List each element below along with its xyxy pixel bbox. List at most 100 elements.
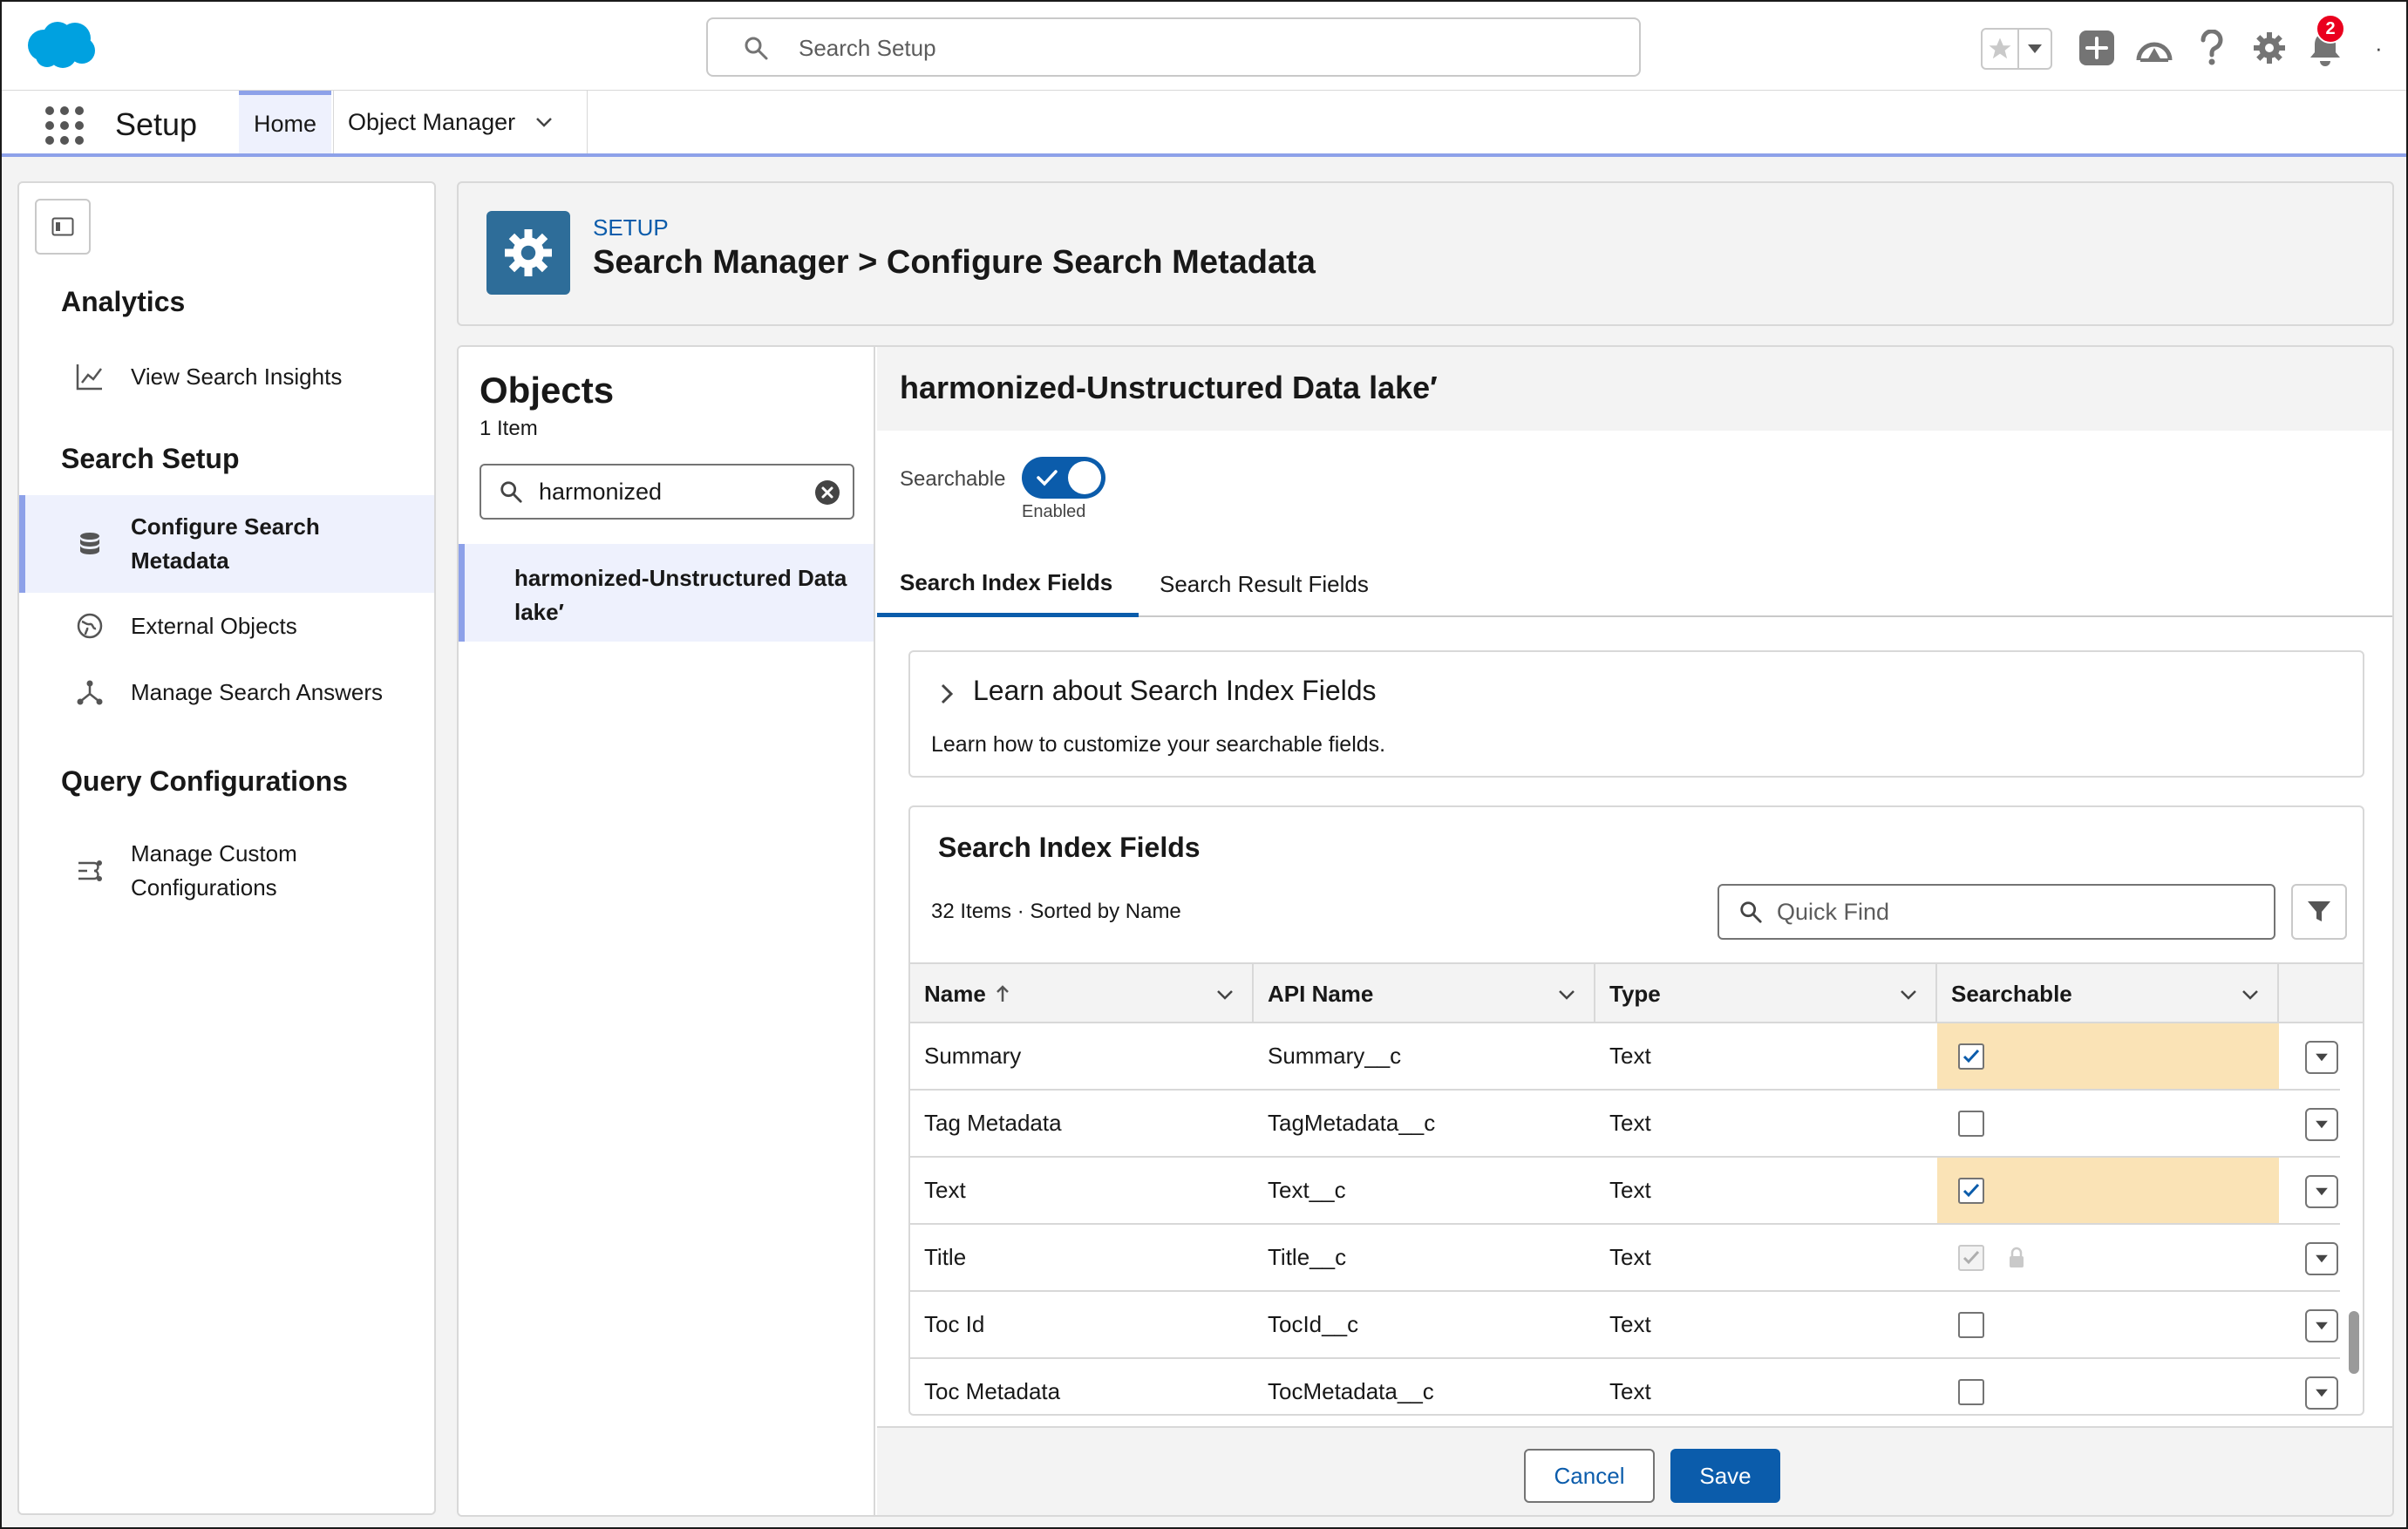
row-actions-button[interactable] — [2305, 1041, 2338, 1074]
page-title: Search Manager > Configure Search Metada… — [593, 244, 1316, 281]
searchable-checkbox[interactable] — [1958, 1311, 1984, 1338]
caret-down-icon — [2316, 1389, 2328, 1397]
quick-find-input[interactable]: Quick Find — [1718, 884, 2275, 940]
global-search-input[interactable]: Search Setup — [706, 17, 1641, 77]
objects-search-input[interactable]: harmonized — [480, 464, 854, 520]
gear-icon — [2254, 32, 2285, 64]
setup-gear-tile — [486, 211, 570, 295]
sidebar-item-label: Manage Custom Configurations — [131, 840, 297, 900]
setup-sidebar: Analytics View Search Insights Search Se… — [17, 181, 436, 1515]
cell-type: Text — [1609, 1110, 1651, 1136]
column-header-searchable[interactable]: Searchable — [1937, 964, 2279, 1023]
notification-badge: 2 — [2316, 14, 2345, 44]
collapse-sidebar-button[interactable] — [35, 199, 91, 255]
chevron-down-icon[interactable] — [1899, 985, 1918, 1004]
sidebar-heading-search-setup: Search Setup — [61, 443, 240, 474]
chevron-right-icon[interactable] — [936, 683, 957, 704]
column-label: API Name — [1268, 980, 1374, 1007]
favorites-button[interactable] — [1983, 30, 2019, 68]
cell-searchable — [1937, 1359, 2279, 1414]
sidebar-item-configure-search-metadata[interactable]: Configure Search Metadata — [19, 495, 434, 593]
searchable-checkbox[interactable] — [1958, 1378, 1984, 1405]
row-actions-button[interactable] — [2305, 1376, 2338, 1410]
caret-down-icon — [2316, 1120, 2328, 1129]
tab-search-index-fields[interactable]: Search Index Fields — [877, 553, 1139, 617]
sort-ascending-icon — [996, 985, 1009, 1002]
clear-icon[interactable] — [814, 479, 840, 506]
row-actions-button[interactable] — [2305, 1175, 2338, 1208]
column-header-type[interactable]: Type — [1595, 964, 1937, 1023]
column-header-name[interactable]: Name — [910, 964, 1254, 1023]
page-header: SETUP Search Manager > Configure Search … — [457, 181, 2394, 326]
searchable-checkbox[interactable] — [1958, 1043, 1984, 1070]
hierarchy-icon — [77, 680, 103, 705]
learn-heading[interactable]: Learn about Search Index Fields — [973, 675, 1377, 707]
searchable-checkbox[interactable] — [1958, 1177, 1984, 1204]
table-header: Name API Name Type Searchable — [910, 962, 2363, 1023]
panel-icon — [51, 217, 74, 236]
nav-tab-home[interactable]: Home — [239, 91, 331, 153]
chevron-down-icon[interactable] — [534, 112, 554, 132]
nav-tab-object-manager[interactable]: Object Manager — [333, 91, 588, 153]
table-scrollbar[interactable] — [2342, 1023, 2363, 1414]
chevron-down-icon[interactable] — [2241, 985, 2260, 1004]
objects-panel: Objects 1 Item harmonized harmonized-Uns… — [459, 347, 875, 1515]
sidebar-item-view-search-insights[interactable]: View Search Insights — [19, 354, 434, 399]
cell-api-name: TocId__c — [1268, 1311, 1359, 1337]
sidebar-item-label: Manage Search Answers — [131, 678, 384, 705]
table-row: Summary Summary__c Text — [910, 1023, 2340, 1091]
help-button[interactable] — [2192, 28, 2232, 68]
global-actions-button[interactable] — [2077, 28, 2117, 68]
cell-searchable — [1937, 1292, 2279, 1357]
caret-down-icon — [2316, 1254, 2328, 1263]
chevron-down-icon[interactable] — [1557, 985, 1576, 1004]
save-button[interactable]: Save — [1670, 1449, 1780, 1503]
row-actions-button[interactable] — [2305, 1309, 2338, 1342]
cell-type: Text — [1609, 1177, 1651, 1203]
cell-name: Toc Id — [924, 1311, 985, 1337]
search-icon — [500, 481, 522, 503]
row-actions-button[interactable] — [2305, 1242, 2338, 1275]
cell-name: Tag Metadata — [924, 1110, 1062, 1136]
check-icon — [1962, 1183, 1980, 1197]
filter-button[interactable] — [2291, 884, 2347, 940]
cell-type: Text — [1609, 1043, 1651, 1069]
page-eyebrow: SETUP — [593, 214, 669, 241]
searchable-checkbox[interactable] — [1958, 1110, 1984, 1137]
trailhead-button[interactable] — [2134, 28, 2174, 68]
favorites-group — [1981, 28, 2052, 70]
setup-button[interactable] — [2249, 28, 2289, 68]
app-window: Search Setup 2 · Setup Home Object Manag… — [0, 0, 2408, 1529]
cell-searchable — [1937, 1091, 2279, 1156]
global-header: Search Setup 2 · — [2, 2, 2406, 91]
sidebar-item-label: External Objects — [131, 612, 297, 639]
chevron-down-icon[interactable] — [1215, 985, 1235, 1004]
searchable-label: Searchable — [900, 467, 1006, 491]
cancel-button[interactable]: Cancel — [1524, 1449, 1655, 1503]
chart-line-icon — [76, 364, 102, 391]
cell-name: Toc Metadata — [924, 1378, 1061, 1404]
caret-down-icon — [2028, 44, 2042, 53]
objects-count: 1 Item — [480, 417, 538, 440]
sidebar-item-manage-search-answers[interactable]: Manage Search Answers — [19, 669, 434, 715]
column-header-api-name[interactable]: API Name — [1254, 964, 1595, 1023]
gear-icon — [505, 229, 552, 276]
cell-api-name: Text__c — [1268, 1177, 1346, 1203]
sidebar-item-external-objects[interactable]: External Objects — [19, 603, 434, 649]
searchable-checkbox — [1958, 1244, 1984, 1271]
sidebar-item-manage-custom-configurations[interactable]: Manage Custom Configurations — [19, 832, 434, 910]
searchable-toggle[interactable] — [1022, 457, 1105, 499]
favorites-list-button[interactable] — [2019, 30, 2051, 68]
footer-actions: Cancel Save — [877, 1426, 2392, 1515]
salesforce-logo[interactable] — [24, 19, 98, 71]
app-launcher-icon[interactable] — [45, 106, 84, 145]
scrollbar-thumb[interactable] — [2349, 1311, 2359, 1374]
row-actions-button[interactable] — [2305, 1108, 2338, 1141]
tab-search-result-fields[interactable]: Search Result Fields — [1160, 553, 1404, 615]
check-icon — [1962, 1250, 1980, 1264]
star-icon — [1989, 37, 2011, 59]
search-icon — [1740, 901, 1762, 923]
cell-searchable — [1937, 1225, 2279, 1290]
object-list-item[interactable]: harmonized-Unstructured Data lake′ — [459, 544, 874, 642]
cell-type: Text — [1609, 1378, 1651, 1404]
